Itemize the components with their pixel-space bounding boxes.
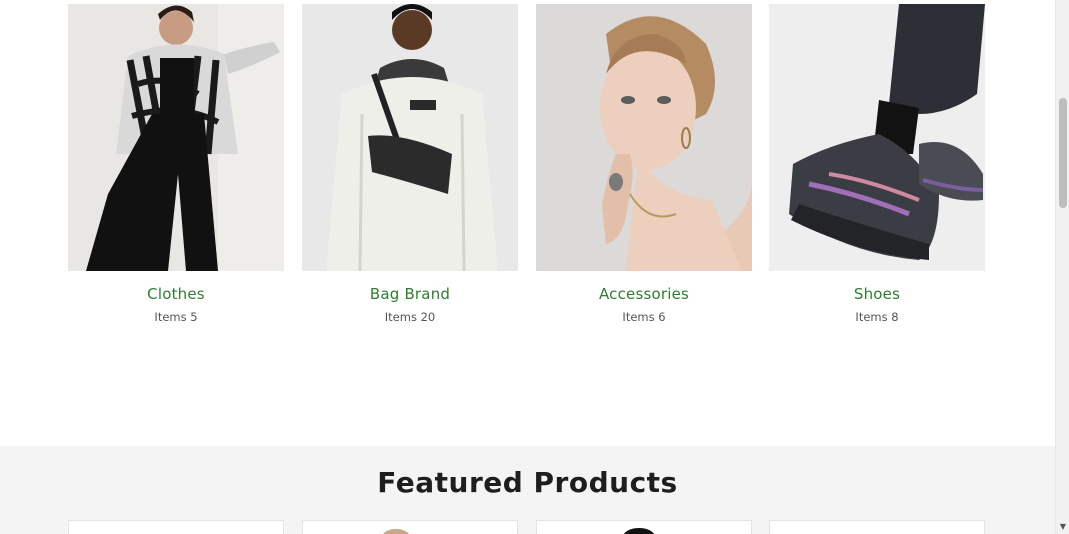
- featured-products-title: Featured Products: [377, 466, 678, 499]
- category-name[interactable]: Accessories: [536, 285, 752, 303]
- category-name[interactable]: Shoes: [769, 285, 985, 303]
- category-card-accessories[interactable]: Accessories Items 6: [536, 4, 752, 324]
- bag-photo[interactable]: [302, 4, 518, 271]
- featured-products-section: Featured Products: [0, 446, 1055, 534]
- vertical-scrollbar[interactable]: ▼: [1055, 0, 1069, 534]
- product-card[interactable]: [769, 520, 985, 534]
- category-name[interactable]: Clothes: [68, 285, 284, 303]
- product-card[interactable]: [68, 520, 284, 534]
- category-count: Items 6: [622, 310, 666, 324]
- category-count: Items 20: [384, 310, 436, 324]
- categories-section: Clothes Items 5 Bag Brand Items 20 Acces…: [0, 0, 1055, 446]
- product-card[interactable]: [536, 520, 752, 534]
- accessories-photo[interactable]: [536, 4, 752, 271]
- category-count: Items 8: [855, 310, 899, 324]
- clothes-photo[interactable]: [68, 4, 284, 271]
- category-name[interactable]: Bag Brand: [302, 285, 518, 303]
- scroll-down-arrow-icon[interactable]: ▼: [1058, 522, 1068, 532]
- category-count: Items 5: [154, 310, 198, 324]
- category-card-clothes[interactable]: Clothes Items 5: [68, 4, 284, 324]
- shoes-photo[interactable]: [769, 4, 985, 271]
- category-card-bag-brand[interactable]: Bag Brand Items 20: [302, 4, 518, 324]
- product-card[interactable]: [302, 520, 518, 534]
- category-card-shoes[interactable]: Shoes Items 8: [769, 4, 985, 324]
- scrollbar-thumb[interactable]: [1059, 98, 1067, 208]
